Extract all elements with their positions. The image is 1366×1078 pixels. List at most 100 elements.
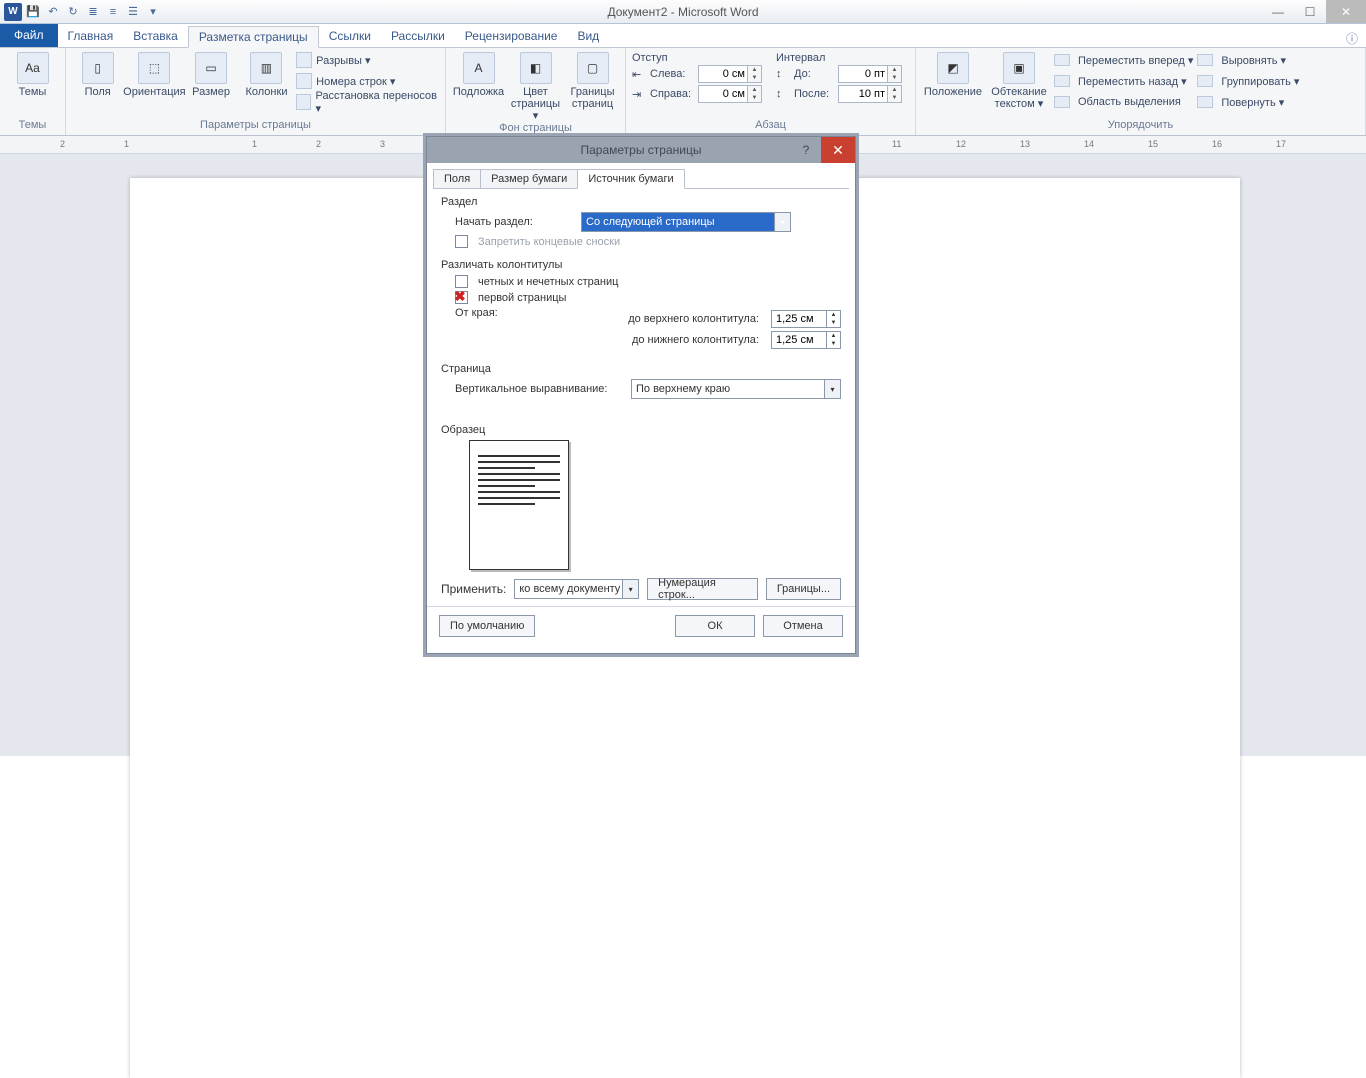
indent-right-input[interactable] <box>698 85 748 103</box>
close-window-button[interactable]: ✕ <box>1326 0 1366 23</box>
cancel-button[interactable]: Отмена <box>763 615 843 637</box>
dialog-tab-paper-size[interactable]: Размер бумаги <box>480 169 578 189</box>
breaks-button[interactable]: Разрывы ▾ <box>296 50 439 70</box>
default-button[interactable]: По умолчанию <box>439 615 535 637</box>
footer-distance-input[interactable] <box>771 331 827 349</box>
dialog-close-button[interactable]: ✕ <box>821 137 855 163</box>
qat-icon-1[interactable]: ≣ <box>84 3 102 21</box>
maximize-button[interactable]: ☐ <box>1294 0 1326 23</box>
undo-icon[interactable]: ↶ <box>44 3 62 21</box>
spacing-before-input[interactable] <box>838 65 888 83</box>
minimize-button[interactable]: — <box>1262 0 1294 23</box>
tab-references[interactable]: Ссылки <box>319 25 381 47</box>
indent-right-row: ⇥Справа: ▲▼ <box>632 84 762 104</box>
page-setup-small-list: Разрывы ▾ Номера строк ▾ Расстановка пер… <box>296 50 439 112</box>
bring-forward-button[interactable]: Переместить вперед ▾ <box>1054 50 1193 70</box>
footer-distance-spin[interactable]: ▲▼ <box>771 331 841 349</box>
dialog-help-button[interactable]: ? <box>791 137 821 163</box>
chevron-down-icon[interactable]: ▾ <box>622 580 638 598</box>
apply-select[interactable]: ко всему документу ▾ <box>514 579 639 599</box>
align-button[interactable]: Выровнять ▾ <box>1197 50 1299 70</box>
group-button[interactable]: Группировать ▾ <box>1197 71 1299 91</box>
group-themes-label: Темы <box>6 119 59 133</box>
qat-icon-2[interactable]: ≡ <box>104 3 122 21</box>
columns-label: Колонки <box>245 86 287 98</box>
valign-select[interactable]: По верхнему краю ▾ <box>631 379 841 399</box>
spacing-before-spin[interactable]: ▲▼ <box>838 65 902 83</box>
watermark-button[interactable]: AПодложка <box>452 50 505 98</box>
qat-dropdown-icon[interactable]: ▾ <box>144 3 162 21</box>
group-page-background-label: Фон страницы <box>452 122 619 136</box>
qat-icon-3[interactable]: ☰ <box>124 3 142 21</box>
group-paragraph: Отступ ⇤Слева: ▲▼ ⇥Справа: ▲▼ Интервал ↕… <box>626 48 916 135</box>
spacing-after-label: После: <box>794 88 834 100</box>
position-button[interactable]: ◩Положение <box>922 50 984 98</box>
columns-button[interactable]: ▥Колонки <box>241 50 292 98</box>
spacing-before-row: ↕До: ▲▼ <box>776 64 902 84</box>
indent-left-input[interactable] <box>698 65 748 83</box>
spacing-after-spin[interactable]: ▲▼ <box>838 85 902 103</box>
save-icon[interactable]: 💾 <box>24 3 42 21</box>
word-app-icon[interactable]: W <box>4 3 22 21</box>
borders-dialog-button[interactable]: Границы... <box>766 578 841 600</box>
suppress-endnotes-checkbox <box>455 235 468 248</box>
title-bar: W 💾 ↶ ↻ ≣ ≡ ☰ ▾ Документ2 - Microsoft Wo… <box>0 0 1366 24</box>
rotate-button[interactable]: Повернуть ▾ <box>1197 92 1299 112</box>
redo-icon[interactable]: ↻ <box>64 3 82 21</box>
line-numbers-icon <box>296 73 312 89</box>
section-start-select[interactable]: Со следующей страницы ▾ <box>581 212 791 232</box>
page-color-button[interactable]: ◧Цвет страницы ▾ <box>509 50 562 122</box>
position-label: Положение <box>924 86 982 98</box>
ok-button[interactable]: ОК <box>675 615 755 637</box>
group-arrange: ◩Положение ▣Обтекание текстом ▾ Перемест… <box>916 48 1366 135</box>
indent-title: Отступ <box>632 52 762 64</box>
line-numbers-button[interactable]: Номера строк ▾ <box>296 71 439 91</box>
first-page-checkbox[interactable] <box>455 291 468 304</box>
tab-view[interactable]: Вид <box>567 25 609 47</box>
chevron-down-icon[interactable]: ▾ <box>824 380 840 398</box>
send-backward-button[interactable]: Переместить назад ▾ <box>1054 71 1193 91</box>
header-distance-spin[interactable]: ▲▼ <box>771 310 841 328</box>
themes-button[interactable]: Aa Темы <box>6 50 59 98</box>
selection-pane-label: Область выделения <box>1078 96 1181 108</box>
indent-right-spin[interactable]: ▲▼ <box>698 85 762 103</box>
file-tab[interactable]: Файл <box>0 23 58 47</box>
tab-page-layout[interactable]: Разметка страницы <box>188 26 319 48</box>
from-edge-row: От края: до верхнего колонтитула: ▲▼ до … <box>455 307 841 352</box>
dialog-tab-margins[interactable]: Поля <box>433 169 481 189</box>
margins-button[interactable]: ▯Поля <box>72 50 123 98</box>
tab-mailings[interactable]: Рассылки <box>381 25 455 47</box>
orientation-button[interactable]: ⬚Ориентация <box>127 50 181 98</box>
size-button[interactable]: ▭ Размер <box>185 50 236 98</box>
first-page-row: первой страницы <box>455 291 841 304</box>
ribbon-help-icon[interactable]: ⓘ <box>1346 30 1358 47</box>
valign-label: Вертикальное выравнивание: <box>455 383 625 395</box>
window-controls: — ☐ ✕ <box>1262 0 1366 23</box>
dialog-title: Параметры страницы <box>581 143 702 157</box>
selection-pane-button[interactable]: Область выделения <box>1054 92 1193 112</box>
page-borders-icon: ▢ <box>577 52 609 84</box>
arrange-list-1: Переместить вперед ▾ Переместить назад ▾… <box>1054 50 1193 112</box>
footer-distance-row: до нижнего колонтитула: ▲▼ <box>541 331 841 349</box>
line-numbers-dialog-button[interactable]: Нумерация строк... <box>647 578 758 600</box>
section-break-title: Раздел <box>441 196 841 208</box>
align-icon <box>1197 54 1213 66</box>
odd-even-label: четных и нечетных страниц <box>478 276 618 288</box>
bring-forward-label: Переместить вперед ▾ <box>1078 54 1193 67</box>
hyphenation-button[interactable]: Расстановка переносов ▾ <box>296 92 439 112</box>
header-distance-input[interactable] <box>771 310 827 328</box>
dialog-title-bar[interactable]: Параметры страницы ? ✕ <box>427 137 855 163</box>
tab-home[interactable]: Главная <box>58 25 124 47</box>
size-label: Размер <box>192 86 230 98</box>
page-borders-button[interactable]: ▢Границы страниц <box>566 50 619 110</box>
odd-even-checkbox[interactable] <box>455 275 468 288</box>
wrap-text-button[interactable]: ▣Обтекание текстом ▾ <box>988 50 1050 110</box>
spacing-after-input[interactable] <box>838 85 888 103</box>
group-obj-label: Группировать ▾ <box>1221 75 1299 88</box>
chevron-down-icon[interactable]: ▾ <box>774 213 790 231</box>
indent-left-spin[interactable]: ▲▼ <box>698 65 762 83</box>
size-icon: ▭ <box>195 52 227 84</box>
tab-insert[interactable]: Вставка <box>123 25 188 47</box>
tab-review[interactable]: Рецензирование <box>455 25 568 47</box>
dialog-tab-paper-source[interactable]: Источник бумаги <box>577 169 684 189</box>
